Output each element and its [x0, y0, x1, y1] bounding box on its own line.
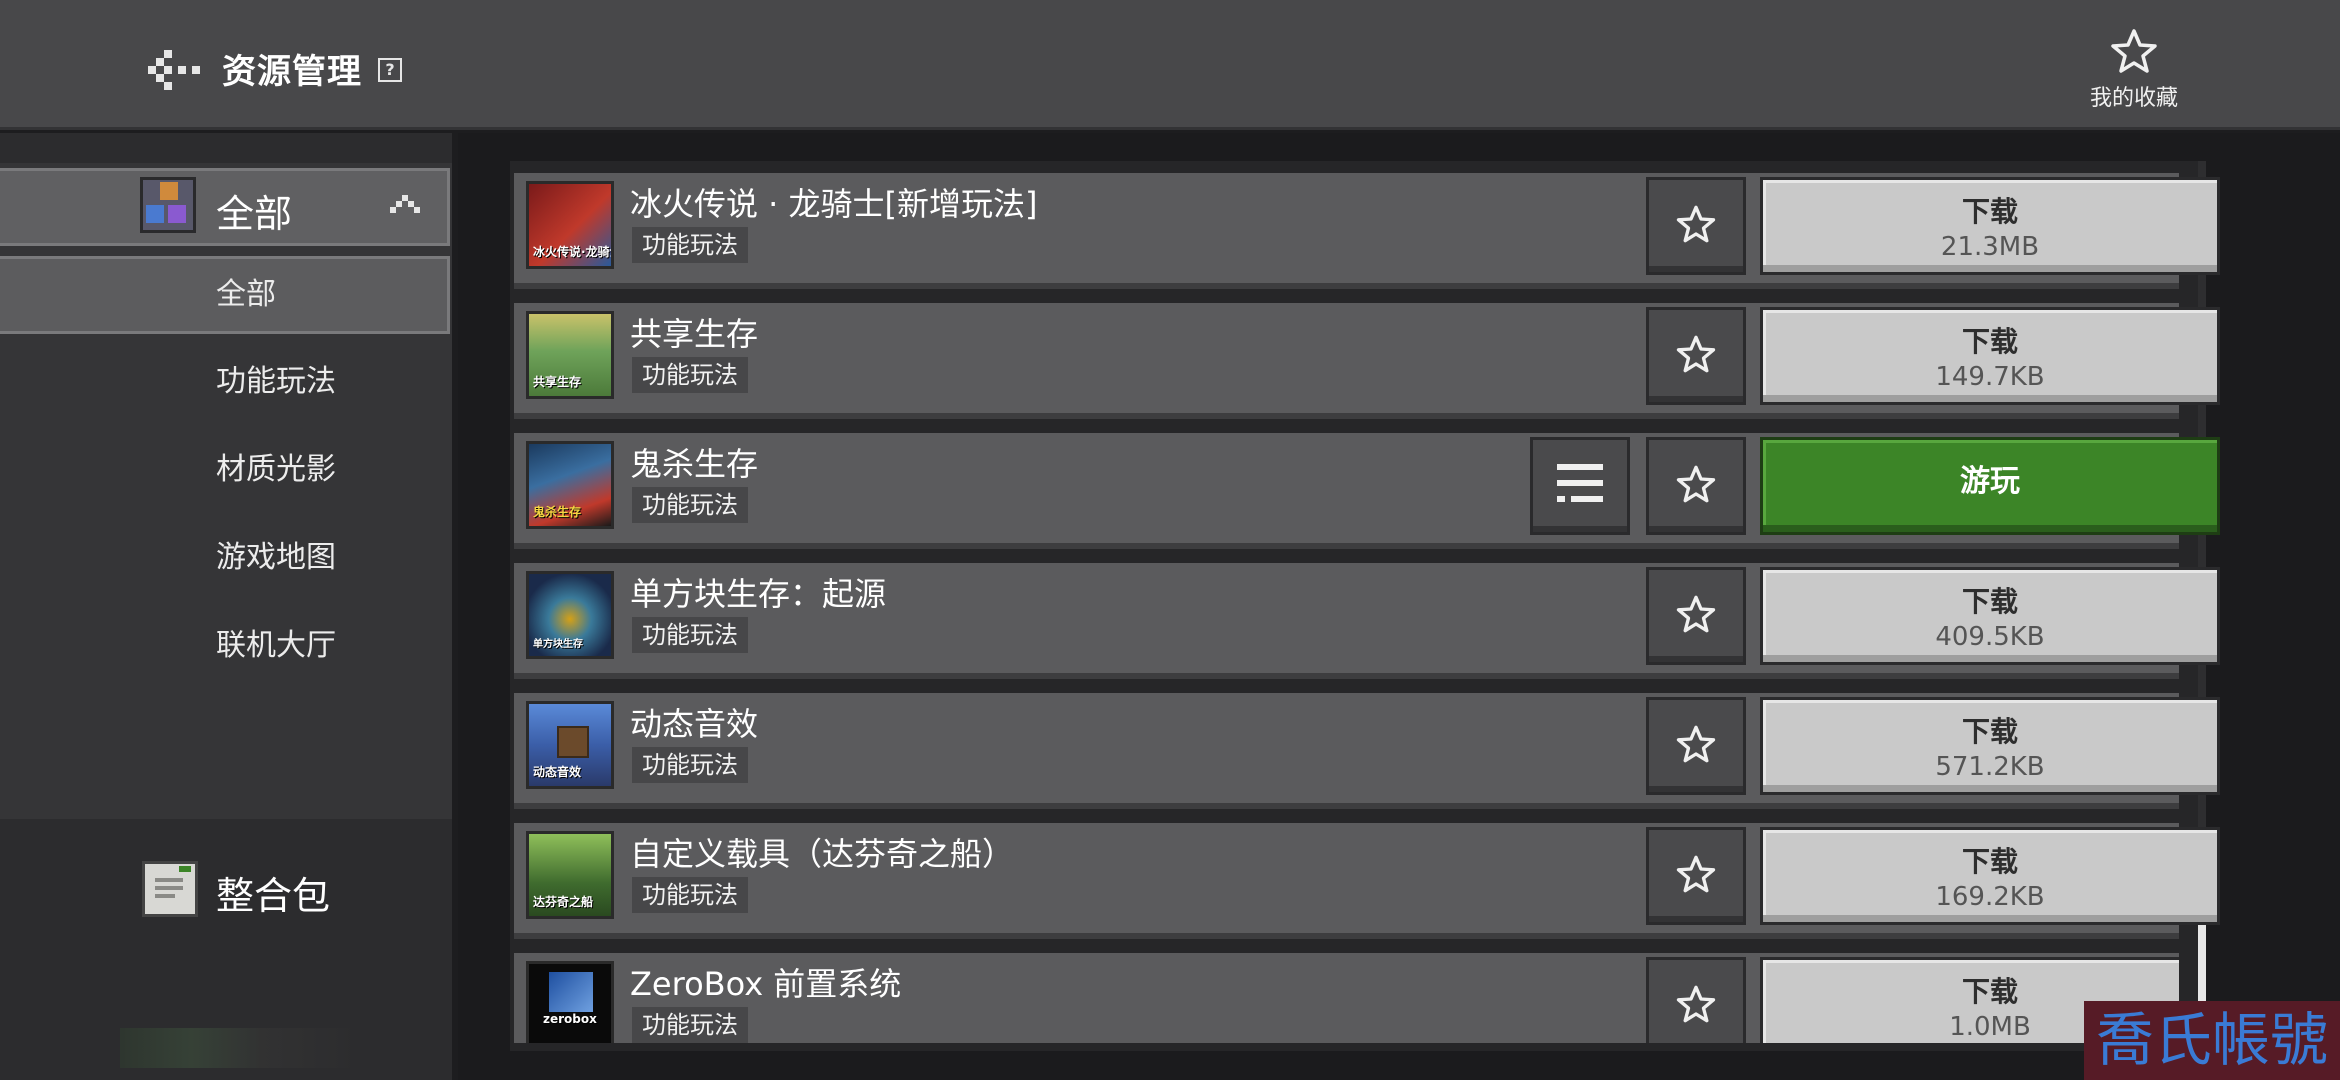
- file-size: 21.3MB: [1940, 232, 2040, 262]
- sidebar-item-label: 全部: [216, 277, 276, 312]
- modpack-icon: [142, 861, 198, 917]
- resource-tag: 功能玩法: [632, 487, 748, 523]
- sidebar-item-label: 功能玩法: [216, 364, 336, 399]
- favorite-button[interactable]: [1646, 567, 1746, 665]
- resource-tag: 功能玩法: [632, 747, 748, 783]
- download-button[interactable]: 下载 21.3MB: [1760, 177, 2220, 275]
- download-button[interactable]: 下载 149.7KB: [1760, 307, 2220, 405]
- sidebar-item-label: 联机大厅: [216, 628, 336, 663]
- sidebar-item-label: 材质光影: [216, 452, 336, 487]
- file-size: 149.7KB: [1935, 362, 2045, 392]
- star-icon: [1676, 985, 1716, 1023]
- resource-title: 共享生存: [630, 315, 759, 353]
- favorites-label: 我的收藏: [2089, 86, 2178, 111]
- category-header-all[interactable]: 全部: [0, 168, 450, 246]
- resource-thumbnail: zerobox: [526, 961, 614, 1043]
- favorite-button[interactable]: [1646, 437, 1746, 535]
- star-icon: [1676, 855, 1716, 893]
- favorite-button[interactable]: [1646, 957, 1746, 1043]
- menu-icon: [1557, 464, 1603, 502]
- help-icon[interactable]: ?: [378, 58, 402, 82]
- star-icon: [1676, 205, 1716, 243]
- star-icon: [1676, 335, 1716, 373]
- resource-tag: 功能玩法: [632, 227, 748, 263]
- favorite-button[interactable]: [1646, 307, 1746, 405]
- sidebar-item-multiplayer[interactable]: 联机大厅: [0, 607, 450, 685]
- back-arrow-icon[interactable]: [148, 48, 200, 92]
- download-button[interactable]: 下载 571.2KB: [1760, 697, 2220, 795]
- star-icon: [2111, 29, 2157, 73]
- resource-tag: 功能玩法: [632, 1007, 748, 1043]
- resource-title: ZeroBox 前置系统: [630, 965, 902, 1003]
- favorite-button[interactable]: [1646, 177, 1746, 275]
- list-item[interactable]: 单方块生存 单方块生存：起源 功能玩法 下载 409.5KB: [514, 563, 2220, 679]
- star-icon: [1676, 725, 1716, 763]
- sidebar-item-textures[interactable]: 材质光影: [0, 431, 450, 509]
- list-item[interactable]: zerobox ZeroBox 前置系统 功能玩法 下载 1.0MB: [514, 953, 2179, 1043]
- sidebar-item-label: 游戏地图: [216, 540, 336, 575]
- chevron-up-icon: [390, 195, 420, 213]
- sidebar: 全部 全部 功能玩法 材质光影 游戏地图 联机大厅 整合包: [0, 133, 452, 1080]
- file-size: 169.2KB: [1935, 882, 2045, 912]
- resource-tag: 功能玩法: [632, 617, 748, 653]
- top-bar: 资源管理 ? 我的收藏: [0, 0, 2340, 130]
- resource-title: 冰火传说 · 龙骑士[新增玩法]: [630, 185, 1038, 223]
- list-item[interactable]: 达芬奇之船 自定义载具（达芬奇之船） 功能玩法 下载 169.2KB: [514, 823, 2220, 939]
- resource-thumbnail: 达芬奇之船: [526, 831, 614, 919]
- page-title: 资源管理: [222, 52, 362, 92]
- list-item[interactable]: 动态音效 动态音效 功能玩法 下载 571.2KB: [514, 693, 2220, 809]
- resource-list-area: 冰火传说·龙骑士 冰火传说 · 龙骑士[新增玩法] 功能玩法 下载 21.3MB…: [458, 133, 2340, 1080]
- resource-tag: 功能玩法: [632, 357, 748, 393]
- watermark: 喬氏帳號: [2084, 1001, 2340, 1080]
- more-options-button[interactable]: [1530, 437, 1630, 535]
- list-item[interactable]: 鬼杀生存 鬼杀生存 功能玩法 游玩: [514, 433, 2220, 549]
- sidebar-item-gameplay[interactable]: 功能玩法: [0, 343, 450, 421]
- favorite-button[interactable]: [1646, 827, 1746, 925]
- modpack-label: 整合包: [216, 874, 331, 918]
- resource-thumbnail: 共享生存: [526, 311, 614, 399]
- resource-title: 单方块生存：起源: [630, 575, 887, 613]
- list-item[interactable]: 冰火传说·龙骑士 冰火传说 · 龙骑士[新增玩法] 功能玩法 下载 21.3MB: [514, 173, 2220, 289]
- star-icon: [1676, 465, 1716, 503]
- play-button[interactable]: 游玩: [1760, 437, 2220, 535]
- download-button[interactable]: 下载 169.2KB: [1760, 827, 2220, 925]
- resource-thumbnail: 动态音效: [526, 701, 614, 789]
- list-item[interactable]: 共享生存 共享生存 功能玩法 下载 149.7KB: [514, 303, 2220, 419]
- star-icon: [1676, 595, 1716, 633]
- my-favorites-button[interactable]: 我的收藏: [2078, 28, 2190, 112]
- sidebar-item-modpack[interactable]: 整合包: [0, 823, 452, 918]
- file-size: 571.2KB: [1935, 752, 2045, 782]
- category-group-all: 全部 全部 功能玩法 材质光影 游戏地图 联机大厅: [0, 163, 452, 819]
- sidebar-item-all[interactable]: 全部: [0, 256, 450, 334]
- resource-title: 动态音效: [630, 705, 759, 743]
- category-all-label: 全部: [216, 192, 293, 236]
- sidebar-item-maps[interactable]: 游戏地图: [0, 519, 450, 597]
- resource-tag: 功能玩法: [632, 877, 748, 913]
- resource-thumbnail: 单方块生存: [526, 571, 614, 659]
- resource-thumbnail: 鬼杀生存: [526, 441, 614, 529]
- favorite-button[interactable]: [1646, 697, 1746, 795]
- resource-title: 鬼杀生存: [630, 445, 759, 483]
- sidebar-footer-decoration: [120, 1028, 360, 1068]
- resource-thumbnail: 冰火传说·龙骑士: [526, 181, 614, 269]
- download-button[interactable]: 下载 409.5KB: [1760, 567, 2220, 665]
- category-all-icon: [140, 177, 196, 233]
- resource-title: 自定义载具（达芬奇之船）: [630, 835, 1015, 873]
- file-size: 409.5KB: [1935, 622, 2045, 652]
